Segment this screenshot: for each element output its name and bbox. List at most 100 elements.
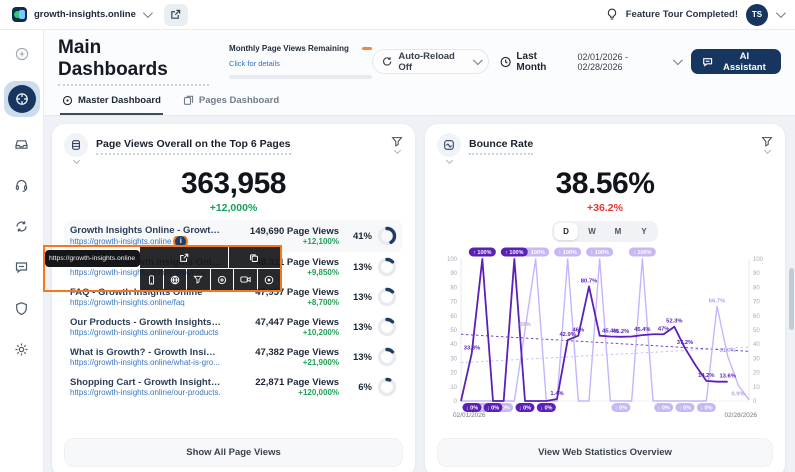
y-tick-label: 90 — [753, 271, 760, 277]
y-tick-label: 60 — [753, 314, 760, 320]
site-switcher[interactable]: growth-insights.online — [12, 7, 150, 22]
y-tick-label: 40 — [753, 342, 760, 348]
master-dashboard-icon — [62, 95, 73, 106]
range-option-year[interactable]: Y — [632, 223, 656, 240]
app-window: growth-insights.online Feature Tour Comp… — [0, 0, 795, 472]
sidebar-item-security[interactable] — [8, 294, 36, 322]
bounce-card-title: Bounce Rate — [469, 138, 533, 155]
share-donut-chart — [377, 226, 397, 246]
open-site-button[interactable] — [164, 4, 188, 26]
previous-period-pill-text: ↓ 0% — [615, 406, 627, 412]
current-period-point-label: 33.3% — [464, 346, 480, 352]
open-external-link-icon — [179, 253, 189, 263]
bounce-rate-value: 38.56% — [425, 167, 785, 201]
sidebar-item-dashboards[interactable] — [4, 81, 40, 117]
headset-icon — [14, 178, 29, 193]
avatar-chevron-icon[interactable] — [776, 8, 786, 18]
previous-period-point-label: 66.7% — [709, 298, 725, 304]
pageviews-filter-button[interactable] — [391, 133, 403, 153]
page-title-text: What is Growth? - Growth Insights Online — [70, 347, 221, 358]
user-avatar[interactable]: TS — [746, 4, 768, 26]
activity-wave-icon — [443, 139, 455, 151]
current-period-point-label: 45.2% — [613, 329, 629, 335]
sidebar-item-chat[interactable] — [8, 253, 36, 281]
target-button[interactable] — [211, 269, 234, 290]
page-url-link[interactable]: https://growth-insights.online/what-is-g… — [70, 358, 221, 367]
y-tick-label: 50 — [450, 328, 457, 334]
lightbulb-icon — [606, 8, 618, 21]
show-all-pageviews-button[interactable]: Show All Page Views — [64, 438, 403, 467]
sidebar-expand-button[interactable] — [8, 40, 36, 68]
ai-assistant-label: AI Assistant — [719, 51, 770, 73]
current-period-pill-text: ↑ 100% — [505, 250, 523, 256]
pageview-row[interactable]: Our Products - Growth Insights Online ht… — [64, 312, 403, 342]
pageview-row[interactable]: What is Growth? - Growth Insights Online… — [64, 342, 403, 372]
auto-reload-toggle[interactable]: Auto-Reload Off — [372, 49, 489, 74]
y-tick-label: 30 — [753, 356, 760, 362]
tab-pages-dashboard[interactable]: Pages Dashboard — [181, 91, 281, 115]
refresh-icon — [382, 56, 392, 67]
filter-funnel-icon — [193, 275, 203, 284]
pageviews-card-title: Page Views Overall on the Top 6 Pages — [96, 138, 291, 155]
range-option-day[interactable]: D — [554, 223, 578, 240]
pageviews-card: Page Views Overall on the Top 6 Pages 36… — [52, 124, 415, 472]
previous-period-trendline — [461, 347, 749, 363]
current-period-pill-text: ↑ 100% — [473, 250, 491, 256]
record-button[interactable] — [258, 269, 281, 290]
quota-details-link[interactable]: Click for details — [229, 59, 280, 68]
sidebar-item-settings[interactable] — [8, 335, 36, 363]
bounce-filter-button[interactable] — [761, 133, 773, 153]
view-web-statistics-button[interactable]: View Web Statistics Overview — [437, 438, 773, 467]
context-menu — [140, 247, 280, 290]
filter-button[interactable] — [187, 269, 210, 290]
chevron-down-icon[interactable] — [445, 157, 452, 164]
copy-button[interactable] — [229, 247, 280, 268]
y-tick-label: 20 — [753, 371, 760, 377]
previous-period-pill-text: ↑ 100% — [633, 250, 651, 256]
open-external-button[interactable] — [140, 247, 228, 268]
video-camera-icon — [240, 275, 251, 284]
clock-icon — [500, 56, 511, 68]
current-period-point-label: 45.4% — [634, 327, 650, 333]
mobile-view-button[interactable] — [140, 269, 163, 290]
page-url-link[interactable]: https://growth-insights.online/our-produ… — [70, 388, 221, 397]
video-button[interactable] — [234, 269, 257, 290]
page-url-link[interactable]: https://growth-insights.online/faq — [70, 298, 221, 307]
tab-master-dashboard[interactable]: Master Dashboard — [60, 91, 163, 115]
globe-icon — [170, 275, 180, 285]
period-label: Last Month — [516, 51, 566, 73]
auto-reload-label: Auto-Reload Off — [398, 51, 466, 73]
chevron-down-icon[interactable] — [72, 157, 79, 164]
pageview-row[interactable]: Shopping Cart - Growth Insights Online h… — [64, 372, 403, 402]
range-option-week[interactable]: W — [580, 223, 604, 240]
feature-tour-status: Feature Tour Completed! — [626, 9, 738, 20]
mobile-phone-icon — [147, 275, 156, 285]
pageviews-total: 363,958 — [52, 167, 415, 201]
sidebar-item-inbox[interactable] — [8, 130, 36, 158]
pageviews-total-change: +12,000% — [52, 202, 415, 214]
y-tick-label: 0 — [753, 399, 757, 405]
copy-icon — [249, 253, 259, 263]
period-selector[interactable]: Last Month — [500, 51, 566, 73]
globe-button[interactable] — [164, 269, 187, 290]
y-tick-label: 100 — [447, 257, 458, 263]
sidebar-item-automations[interactable] — [8, 212, 36, 240]
page-views-value: 47,382 Page Views — [227, 347, 339, 358]
sidebar-item-calls[interactable] — [8, 171, 36, 199]
date-range-picker[interactable]: 02/01/2026 - 02/28/2026 — [578, 52, 680, 72]
page-url-link[interactable]: https://growth-insights.online/our-produ… — [70, 328, 221, 337]
tab-label: Master Dashboard — [78, 95, 161, 106]
filter-funnel-icon — [391, 136, 403, 147]
page-scrollbar[interactable] — [789, 268, 794, 330]
y-tick-label: 0 — [454, 399, 458, 405]
previous-period-point-label: 31.7% — [719, 348, 735, 354]
y-tick-label: 60 — [450, 314, 457, 320]
range-option-month[interactable]: M — [606, 223, 630, 240]
y-tick-label: 30 — [450, 356, 457, 362]
ai-assistant-button[interactable]: AI Assistant — [691, 49, 781, 74]
page-views-value: 149,690 Page Views — [227, 226, 339, 237]
previous-period-point-label: 0.9% — [731, 392, 744, 398]
page-views-change: +120,000% — [227, 388, 339, 397]
sync-gear-icon — [14, 219, 29, 234]
dashboard-tabs: Master Dashboard Pages Dashboard — [44, 91, 795, 116]
